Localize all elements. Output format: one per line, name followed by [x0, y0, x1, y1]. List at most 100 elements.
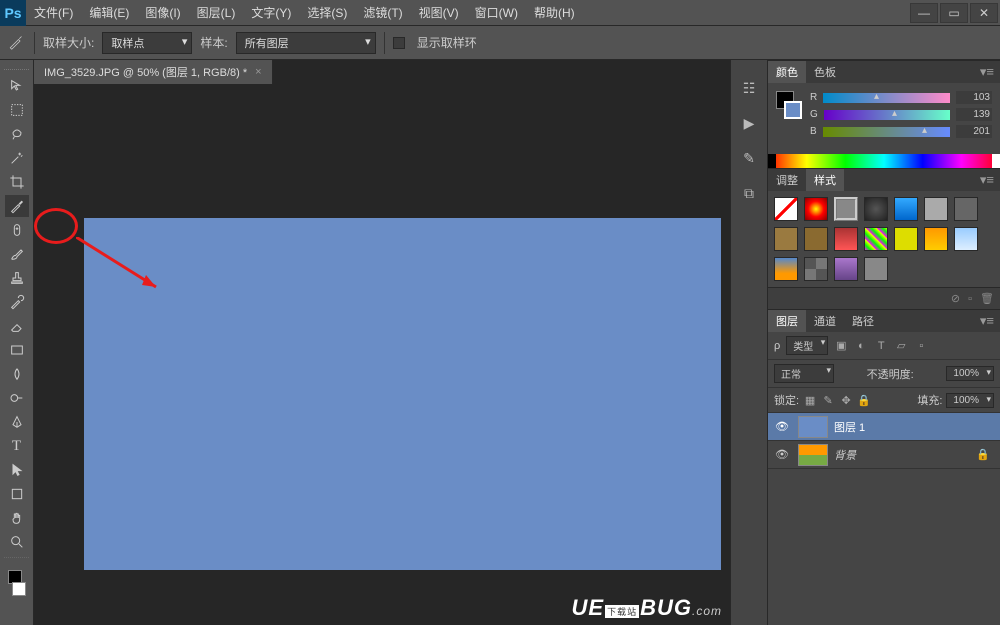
- maximize-button[interactable]: ▭: [940, 3, 968, 23]
- healing-tool[interactable]: [5, 219, 29, 241]
- layer-filter-dropdown[interactable]: 类型: [786, 336, 828, 355]
- color-swatch-tool[interactable]: [5, 568, 29, 598]
- filter-smart-icon[interactable]: ▫: [914, 339, 928, 353]
- blend-mode-dropdown[interactable]: 正常: [774, 364, 834, 383]
- layer-name[interactable]: 背景: [834, 447, 856, 463]
- swatches-tab[interactable]: 色板: [806, 61, 844, 83]
- blur-tool[interactable]: [5, 363, 29, 385]
- color-panel-menu-icon[interactable]: ▾≡: [974, 64, 1000, 80]
- style-swatch[interactable]: [804, 227, 828, 251]
- type-tool[interactable]: T: [5, 435, 29, 457]
- eraser-tool[interactable]: [5, 315, 29, 337]
- style-swatch[interactable]: [864, 227, 888, 251]
- menu-type[interactable]: 文字(Y): [243, 4, 299, 21]
- gradient-tool[interactable]: [5, 339, 29, 361]
- layer-row[interactable]: 👁 背景 🔒: [768, 441, 1000, 469]
- style-swatch[interactable]: [834, 197, 858, 221]
- menu-help[interactable]: 帮助(H): [526, 4, 583, 21]
- eyedropper-tool[interactable]: [5, 195, 29, 217]
- r-value[interactable]: 103: [956, 91, 992, 104]
- lock-pixels-icon[interactable]: ▦: [803, 393, 817, 407]
- move-tool[interactable]: [5, 75, 29, 97]
- color-spectrum[interactable]: [768, 154, 1000, 168]
- stamp-tool[interactable]: [5, 267, 29, 289]
- styles-tab[interactable]: 样式: [806, 169, 844, 191]
- wand-tool[interactable]: [5, 147, 29, 169]
- paths-tab[interactable]: 路径: [844, 310, 882, 332]
- menu-view[interactable]: 视图(V): [411, 4, 467, 21]
- channels-tab[interactable]: 通道: [806, 310, 844, 332]
- crop-tool[interactable]: [5, 171, 29, 193]
- opacity-input[interactable]: 100%: [946, 366, 994, 381]
- menu-image[interactable]: 图像(I): [137, 4, 188, 21]
- dodge-tool[interactable]: [5, 387, 29, 409]
- sample-dropdown[interactable]: 所有图层: [236, 32, 376, 54]
- actions-panel-icon[interactable]: ▶: [744, 115, 755, 132]
- layers-panel-menu-icon[interactable]: ▾≡: [974, 313, 1000, 329]
- style-swatch[interactable]: [894, 227, 918, 251]
- color-tab[interactable]: 颜色: [768, 61, 806, 83]
- menu-file[interactable]: 文件(F): [26, 4, 81, 21]
- layer-row[interactable]: 👁 图层 1: [768, 413, 1000, 441]
- style-swatch[interactable]: [954, 197, 978, 221]
- new-style-icon[interactable]: ▫: [968, 293, 972, 305]
- layer-thumbnail[interactable]: [798, 444, 828, 466]
- lock-paint-icon[interactable]: ✎: [821, 393, 835, 407]
- adjustments-tab[interactable]: 调整: [768, 169, 806, 191]
- style-swatch[interactable]: [924, 197, 948, 221]
- visibility-icon[interactable]: 👁: [772, 448, 792, 461]
- canvas[interactable]: [84, 218, 721, 570]
- history-brush-tool[interactable]: [5, 291, 29, 313]
- style-swatch[interactable]: [774, 257, 798, 281]
- menu-layer[interactable]: 图层(L): [189, 4, 244, 21]
- filter-adjust-icon[interactable]: ◐: [854, 339, 868, 353]
- close-button[interactable]: ✕: [970, 3, 998, 23]
- style-swatch[interactable]: [834, 257, 858, 281]
- color-fg-bg[interactable]: [776, 91, 802, 119]
- zoom-tool[interactable]: [5, 531, 29, 553]
- clone-panel-icon[interactable]: ⧉: [744, 185, 754, 202]
- hand-tool[interactable]: [5, 507, 29, 529]
- sample-size-dropdown[interactable]: 取样点: [102, 32, 192, 54]
- shape-tool[interactable]: [5, 483, 29, 505]
- style-swatch[interactable]: [774, 197, 798, 221]
- style-swatch[interactable]: [864, 257, 888, 281]
- menu-select[interactable]: 选择(S): [299, 4, 355, 21]
- filter-type-icon[interactable]: T: [874, 339, 888, 353]
- style-swatch[interactable]: [864, 197, 888, 221]
- pen-tool[interactable]: [5, 411, 29, 433]
- menu-edit[interactable]: 编辑(E): [81, 4, 137, 21]
- style-swatch[interactable]: [954, 227, 978, 251]
- style-swatch[interactable]: [834, 227, 858, 251]
- marquee-tool[interactable]: [5, 99, 29, 121]
- filter-shape-icon[interactable]: ▱: [894, 339, 908, 353]
- g-value[interactable]: 139: [956, 108, 992, 121]
- document-tab[interactable]: IMG_3529.JPG @ 50% (图层 1, RGB/8) * ×: [34, 60, 273, 84]
- lock-position-icon[interactable]: ✥: [839, 393, 853, 407]
- fill-input[interactable]: 100%: [946, 393, 994, 408]
- layer-name[interactable]: 图层 1: [834, 419, 865, 435]
- style-swatch[interactable]: [894, 197, 918, 221]
- b-value[interactable]: 201: [956, 125, 992, 138]
- path-select-tool[interactable]: [5, 459, 29, 481]
- layer-thumbnail[interactable]: [798, 416, 828, 438]
- brush-panel-icon[interactable]: ✎: [743, 150, 755, 167]
- brush-tool[interactable]: [5, 243, 29, 265]
- style-swatch[interactable]: [774, 227, 798, 251]
- g-slider[interactable]: ▴: [824, 110, 950, 120]
- b-slider[interactable]: ▴: [823, 127, 950, 137]
- lasso-tool[interactable]: [5, 123, 29, 145]
- lock-all-icon[interactable]: 🔒: [857, 393, 871, 407]
- show-ring-checkbox[interactable]: [393, 37, 405, 49]
- filter-pixel-icon[interactable]: ▣: [834, 339, 848, 353]
- style-swatch[interactable]: [924, 227, 948, 251]
- menu-filter[interactable]: 滤镜(T): [355, 4, 410, 21]
- style-swatch[interactable]: [804, 257, 828, 281]
- menu-window[interactable]: 窗口(W): [467, 4, 526, 21]
- visibility-icon[interactable]: 👁: [772, 420, 792, 433]
- delete-style-icon[interactable]: 🗑: [980, 292, 994, 305]
- tool-preset-icon[interactable]: [8, 32, 26, 53]
- r-slider[interactable]: ▴: [823, 93, 950, 103]
- style-swatch[interactable]: [804, 197, 828, 221]
- minimize-button[interactable]: —: [910, 3, 938, 23]
